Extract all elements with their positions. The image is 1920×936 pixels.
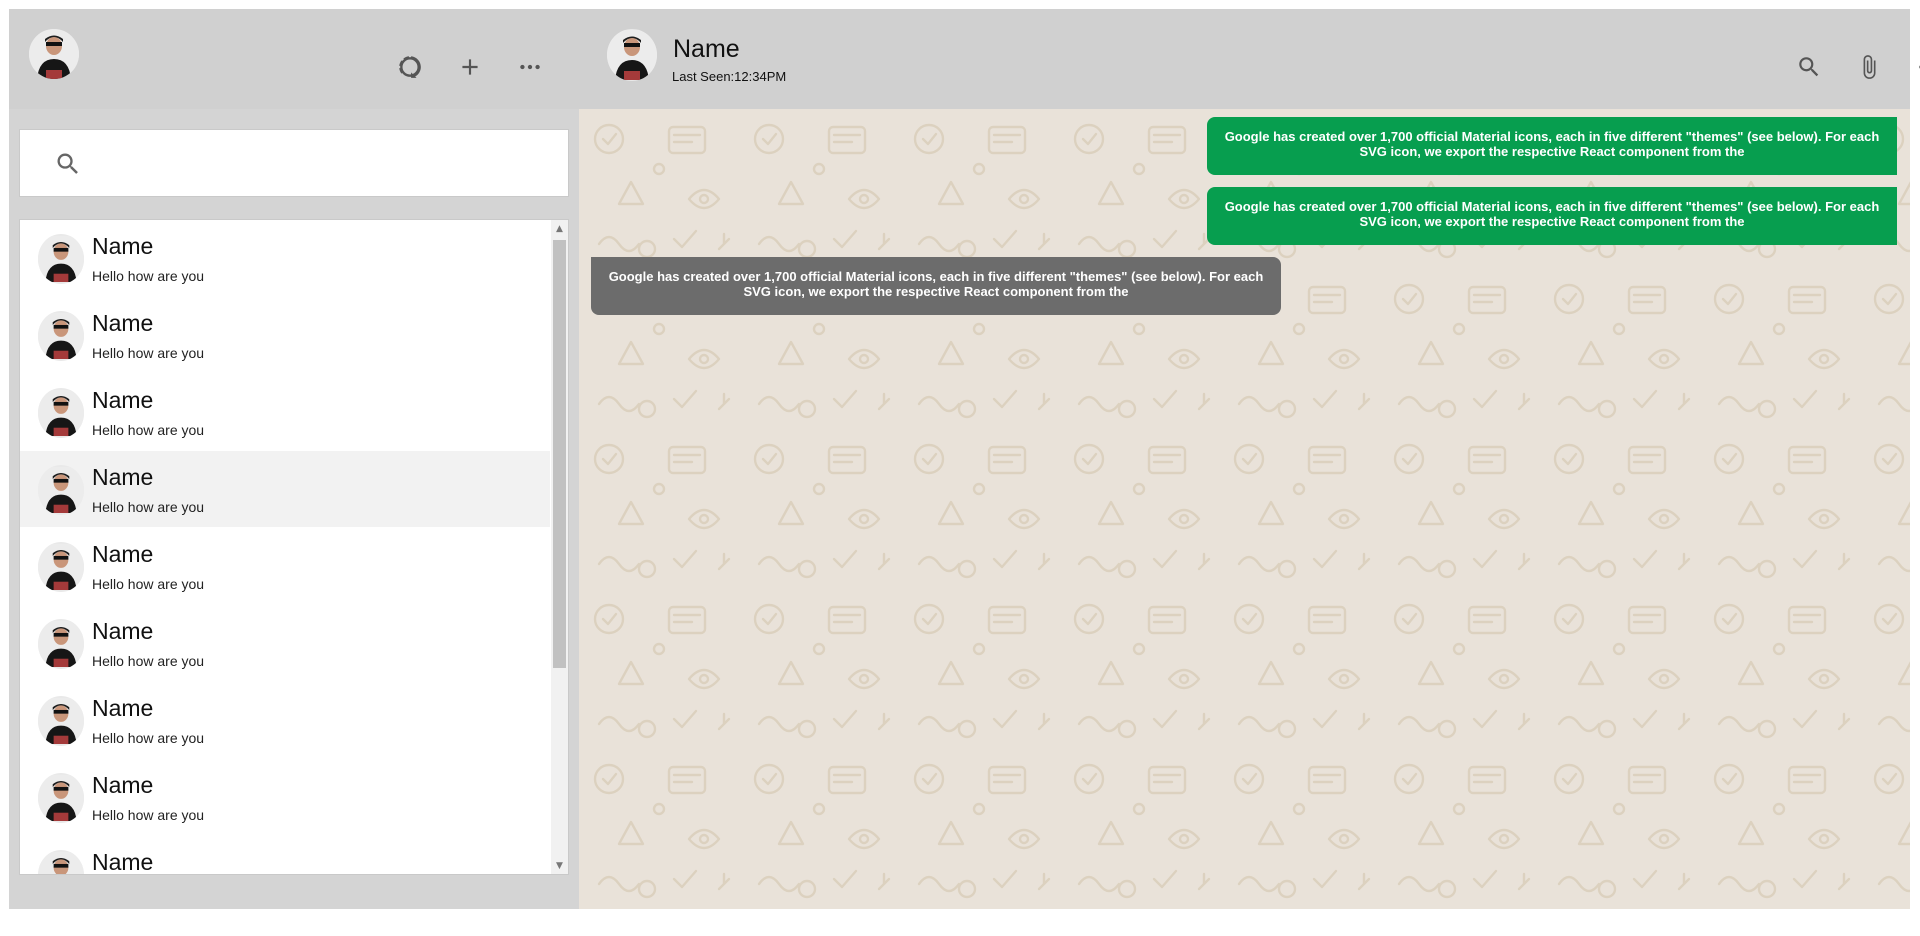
chat-list-item[interactable]: Name Hello how are you <box>20 374 550 450</box>
chat-avatar <box>38 619 84 669</box>
chat-name: Name <box>92 464 154 490</box>
chat-panel: Name Last Seen:12:34PM Google has create… <box>579 9 1920 909</box>
scroll-up-arrow-icon[interactable]: ▲ <box>551 220 568 237</box>
avatar-image <box>38 467 84 513</box>
message-area[interactable]: Google has created over 1,700 official M… <box>579 109 1910 909</box>
avatar-image <box>38 775 84 821</box>
avatar-image <box>607 30 657 80</box>
more-horizontal-icon[interactable] <box>510 47 550 87</box>
paperclip-icon[interactable] <box>1849 47 1889 87</box>
sidebar: Name Name Hello how are you Name Hello h… <box>9 9 579 909</box>
chat-name: Name <box>92 849 154 875</box>
chat-last-message: Hello how are you <box>92 268 205 284</box>
chat-avatar <box>38 234 84 284</box>
chat-name: Name <box>92 233 154 259</box>
chat-name: Name <box>92 618 154 644</box>
chat-list-item[interactable]: Name Hello how are you <box>20 605 550 681</box>
sidebar-header <box>9 9 579 109</box>
chat-avatar <box>38 542 84 592</box>
avatar-image <box>38 313 84 359</box>
chat-list-item[interactable]: Name Hello how are you <box>20 451 550 527</box>
chat-avatar <box>38 696 84 746</box>
avatar-image <box>29 29 79 79</box>
chat-last-message: Hello how are you <box>92 422 205 438</box>
avatar-image <box>38 390 84 436</box>
chat-list-item[interactable]: Name Hello how are you <box>20 220 550 296</box>
chat-last-message: Hello how are you <box>92 807 205 823</box>
chat-name: Name <box>92 387 154 413</box>
status-ring-icon[interactable] <box>390 47 430 87</box>
more-horizontal-icon[interactable] <box>1909 47 1920 87</box>
chat-name: Name <box>92 695 154 721</box>
scroll-thumb[interactable] <box>553 240 566 668</box>
chat-last-message: Hello how are you <box>92 730 205 746</box>
search-icon[interactable] <box>1789 47 1829 87</box>
avatar-image <box>38 852 84 874</box>
chat-list[interactable]: Name Name Hello how are you Name Hello h… <box>19 219 569 875</box>
contact-name: Name <box>673 35 740 63</box>
chat-name: Name <box>92 541 154 567</box>
avatar-image <box>38 544 84 590</box>
chat-last-message: Hello how are you <box>92 576 205 592</box>
chat-list-item[interactable]: Name Hello how are you <box>20 297 550 373</box>
chat-last-message: Hello how are you <box>92 345 205 361</box>
avatar-image <box>38 236 84 282</box>
chat-list-item[interactable]: Name Hello how are you <box>20 759 550 835</box>
chat-last-message: Hello how are you <box>92 499 205 515</box>
chat-name: Name <box>92 772 154 798</box>
plus-icon[interactable] <box>450 47 490 87</box>
chat-list-scrollbar[interactable]: ▲ ▼ <box>551 220 568 874</box>
incoming-message[interactable]: Google has created over 1,700 official M… <box>591 257 1281 315</box>
chat-header: Name Last Seen:12:34PM <box>579 9 1920 109</box>
chat-avatar <box>38 850 84 874</box>
outgoing-message[interactable]: Google has created over 1,700 official M… <box>1207 187 1897 245</box>
search-icon <box>57 153 78 174</box>
scroll-down-arrow-icon[interactable]: ▼ <box>551 857 568 874</box>
chat-name: Name <box>92 310 154 336</box>
chat-app: Name Name Hello how are you Name Hello h… <box>9 9 1920 909</box>
search-box[interactable] <box>19 129 569 197</box>
chat-avatar <box>38 311 84 361</box>
my-avatar[interactable] <box>29 29 79 79</box>
chat-list-item[interactable]: Name <box>20 836 550 875</box>
chat-avatar <box>38 465 84 515</box>
search-input[interactable] <box>100 142 544 186</box>
chat-avatar <box>38 773 84 823</box>
last-seen-status: Last Seen:12:34PM <box>672 69 787 84</box>
outgoing-message[interactable]: Google has created over 1,700 official M… <box>1207 117 1897 175</box>
avatar-image <box>38 698 84 744</box>
chat-last-message: Hello how are you <box>92 653 205 669</box>
chat-list-item[interactable]: Name Hello how are you <box>20 528 550 604</box>
chat-list-item[interactable]: Name Hello how are you <box>20 682 550 758</box>
avatar-image <box>38 621 84 667</box>
contact-avatar[interactable] <box>607 29 657 81</box>
chat-avatar <box>38 388 84 438</box>
